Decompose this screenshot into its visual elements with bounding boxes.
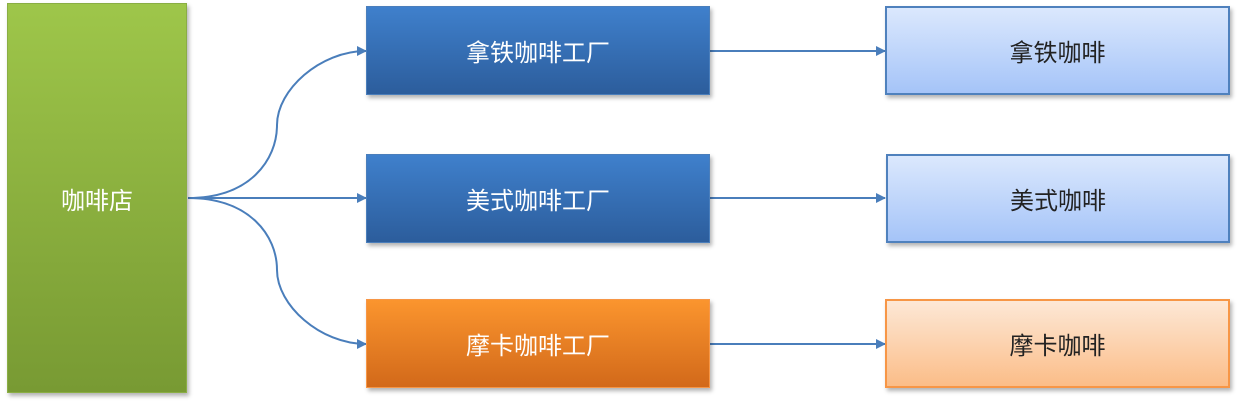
americano-factory-node: 美式咖啡工厂 (366, 154, 710, 243)
mocha-product-label: 摩卡咖啡 (1009, 332, 1106, 360)
americano-factory-label: 美式咖啡工厂 (466, 187, 610, 215)
coffee-store-label: 咖啡店 (61, 186, 133, 215)
coffee-store-node: 咖啡店 (7, 3, 187, 393)
latte-product-label: 拿铁咖啡 (1009, 39, 1106, 67)
latte-factory-label: 拿铁咖啡工厂 (466, 39, 610, 67)
americano-product-label: 美式咖啡 (1010, 187, 1106, 215)
arrow-store-to-latte-factory (187, 46, 367, 199)
latte-product-node: 拿铁咖啡 (885, 6, 1230, 95)
mocha-product-node: 摩卡咖啡 (885, 299, 1230, 388)
mocha-factory-label: 摩卡咖啡工厂 (466, 332, 610, 360)
mocha-factory-node: 摩卡咖啡工厂 (366, 299, 710, 388)
arrow-store-to-mocha-factory (187, 197, 367, 349)
latte-factory-node: 拿铁咖啡工厂 (366, 6, 710, 95)
americano-product-node: 美式咖啡 (886, 154, 1230, 243)
